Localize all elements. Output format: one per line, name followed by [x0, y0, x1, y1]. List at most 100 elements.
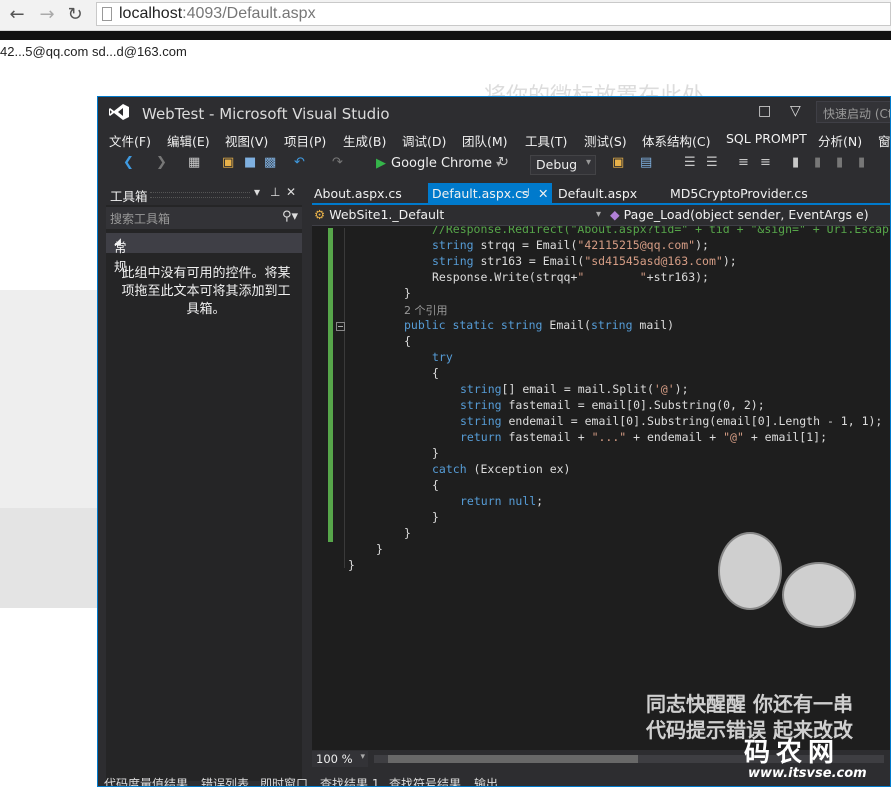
code-string: '@' [653, 382, 675, 396]
pin-icon[interactable]: ⊥ [270, 185, 280, 199]
code-text: ; [536, 494, 544, 508]
menu-bar: 文件(F) 编辑(E) 视图(V) 项目(P) 生成(B) 调试(D) 团队(M… [98, 129, 890, 150]
toolbox-group-general[interactable]: ◢ 常规 [106, 233, 302, 274]
panel-grip[interactable] [150, 192, 250, 198]
code-text: Email( [542, 318, 591, 332]
toolbox-search-input[interactable]: 搜索工具箱 ⚲▾ [106, 207, 302, 229]
code-editor[interactable]: //Response.Redirect("About.aspx?tid=" + … [312, 226, 890, 750]
tab-find-symbol-results[interactable]: 查找符号结果 [389, 775, 461, 786]
collapse-toggle-icon[interactable] [336, 322, 345, 331]
redo-icon[interactable]: ↷ [332, 154, 343, 172]
configuration-value: Debug [536, 157, 578, 172]
quick-launch-input[interactable]: 快速启动 (Ctr [816, 101, 890, 123]
back-arrow-icon[interactable]: ← [6, 4, 28, 26]
menu-debug[interactable]: 调试(D) [402, 131, 446, 150]
chevron-down-icon: ▾ [596, 209, 602, 220]
window-title: WebTest - Microsoft Visual Studio [142, 105, 390, 123]
solution-explorer-icon[interactable]: ▤ [640, 154, 652, 172]
menu-build[interactable]: 生成(B) [343, 131, 386, 150]
reload-icon[interactable]: ↻ [64, 4, 86, 26]
tab-md5cryptoprovider-cs[interactable]: MD5CryptoProvider.cs [668, 183, 828, 203]
prev-bookmark-icon[interactable]: ▮ [814, 154, 821, 172]
tab-default-aspx[interactable]: Default.aspx [556, 183, 656, 203]
code-text: } [404, 526, 411, 540]
code-keyword: string [460, 398, 502, 412]
navigate-back-icon[interactable]: ❮ [123, 154, 134, 172]
save-icon[interactable]: ■ [244, 154, 256, 172]
pin-icon[interactable]: ⊣ [520, 186, 530, 199]
scrollbar-thumb[interactable] [388, 755, 638, 763]
codelens-references[interactable]: 2 个引用 [404, 304, 448, 317]
code-keyword: public static string [404, 318, 543, 332]
filter-icon[interactable]: ▽ [790, 103, 801, 119]
code-line: string fastemail = email[0].Substring(0,… [460, 398, 765, 412]
page-icon [102, 7, 112, 21]
code-line: } [432, 510, 439, 524]
menu-sql-prompt[interactable]: SQL PROMPT [726, 131, 807, 146]
code-line: 2 个引用 [404, 302, 448, 318]
address-bar[interactable]: localhost:4093/Default.aspx [96, 2, 891, 26]
code-text: } [404, 286, 411, 300]
menu-analyze[interactable]: 分析(N) [818, 131, 862, 150]
open-file-icon[interactable]: ▣ [222, 154, 234, 172]
bookmark-icon[interactable]: ▮ [792, 154, 799, 172]
class-selector[interactable]: ⚙ WebSite1._Default ▾ [314, 207, 606, 223]
menu-architecture[interactable]: 体系结构(C) [642, 131, 710, 150]
page-background-band [0, 290, 100, 508]
member-selector[interactable]: ◆ Page_Load(object sender, EventArgs e) [610, 207, 890, 223]
tab-label: About.aspx.cs [314, 186, 402, 201]
save-all-icon[interactable]: ▩ [264, 154, 276, 172]
menu-window[interactable]: 窗 [878, 131, 890, 150]
feedback-icon[interactable]: □ [758, 103, 771, 119]
uncomment-icon[interactable]: ≡ [760, 154, 771, 172]
indent-icon[interactable]: ☰ [684, 154, 696, 172]
toolbox-title: 工具箱 [110, 189, 148, 204]
refresh-icon[interactable]: ↻ [498, 154, 509, 172]
forward-arrow-icon[interactable]: → [36, 4, 58, 26]
find-in-files-icon[interactable]: ▣ [612, 154, 624, 172]
code-keyword: catch [432, 462, 467, 476]
tab-error-list[interactable]: 错误列表 [201, 775, 249, 786]
menu-test[interactable]: 测试(S) [584, 131, 627, 150]
dropdown-arrow-icon[interactable]: ▾ [254, 185, 260, 199]
code-line: catch (Exception ex) [432, 462, 570, 476]
next-bookmark-icon[interactable]: ▮ [836, 154, 843, 172]
tab-immediate-window[interactable]: 即时窗口 [260, 775, 308, 786]
code-string: "sd41545asd@163.com" [584, 254, 723, 268]
close-icon[interactable]: ✕ [286, 185, 296, 199]
close-icon[interactable]: ✕ [538, 186, 548, 201]
code-text: } [376, 542, 383, 556]
outdent-icon[interactable]: ☰ [706, 154, 718, 172]
code-text: endemail = email[0].Substring(email[0].L… [501, 414, 883, 428]
menu-tools[interactable]: 工具(T) [525, 131, 567, 150]
tab-find-results-1[interactable]: 查找结果 1 [320, 775, 379, 786]
code-string: "..." [591, 430, 627, 444]
code-text: strqq = Email( [473, 238, 578, 252]
code-keyword: try [432, 350, 453, 364]
comment-icon[interactable]: ≡ [738, 154, 749, 172]
menu-edit[interactable]: 编辑(E) [167, 131, 210, 150]
code-line: string str163 = Email("sd41545asd@163.co… [432, 254, 737, 268]
zoom-select[interactable]: 100 % ▾ [312, 751, 368, 767]
menu-team[interactable]: 团队(M) [462, 131, 508, 150]
search-icon[interactable]: ⚲▾ [282, 209, 298, 224]
code-line: Response.Write(strqq+" "+str163); [432, 270, 709, 284]
start-debugging-button[interactable]: ▶ Google Chrome ▾ [376, 156, 501, 171]
menu-view[interactable]: 视图(V) [225, 131, 268, 150]
clear-bookmarks-icon[interactable]: ▮ [858, 154, 865, 172]
tab-output[interactable]: 输出 [474, 775, 498, 786]
solution-configuration-select[interactable]: Debug ▾ [530, 155, 596, 175]
tab-default-aspx-cs[interactable]: Default.aspx.cs ⊣ ✕ [428, 183, 552, 203]
page-background-band [0, 508, 100, 608]
meme-caption-line-1: 同志快醒醒 你还有一串 [646, 692, 853, 716]
new-project-icon[interactable]: ▦ [188, 154, 200, 172]
code-text: ); [674, 382, 689, 396]
site-watermark-url: www.itsvse.com [748, 766, 867, 781]
tab-code-metrics[interactable]: 代码度量值结果 [104, 775, 188, 786]
undo-icon[interactable]: ↶ [294, 154, 305, 172]
menu-file[interactable]: 文件(F) [109, 131, 151, 150]
navigate-forward-icon[interactable]: ❯ [156, 154, 167, 172]
menu-project[interactable]: 项目(P) [284, 131, 326, 150]
vs-title-bar: WebTest - Microsoft Visual Studio □ ▽ 快速… [98, 97, 890, 127]
tab-about-aspx-cs[interactable]: About.aspx.cs [312, 183, 422, 203]
